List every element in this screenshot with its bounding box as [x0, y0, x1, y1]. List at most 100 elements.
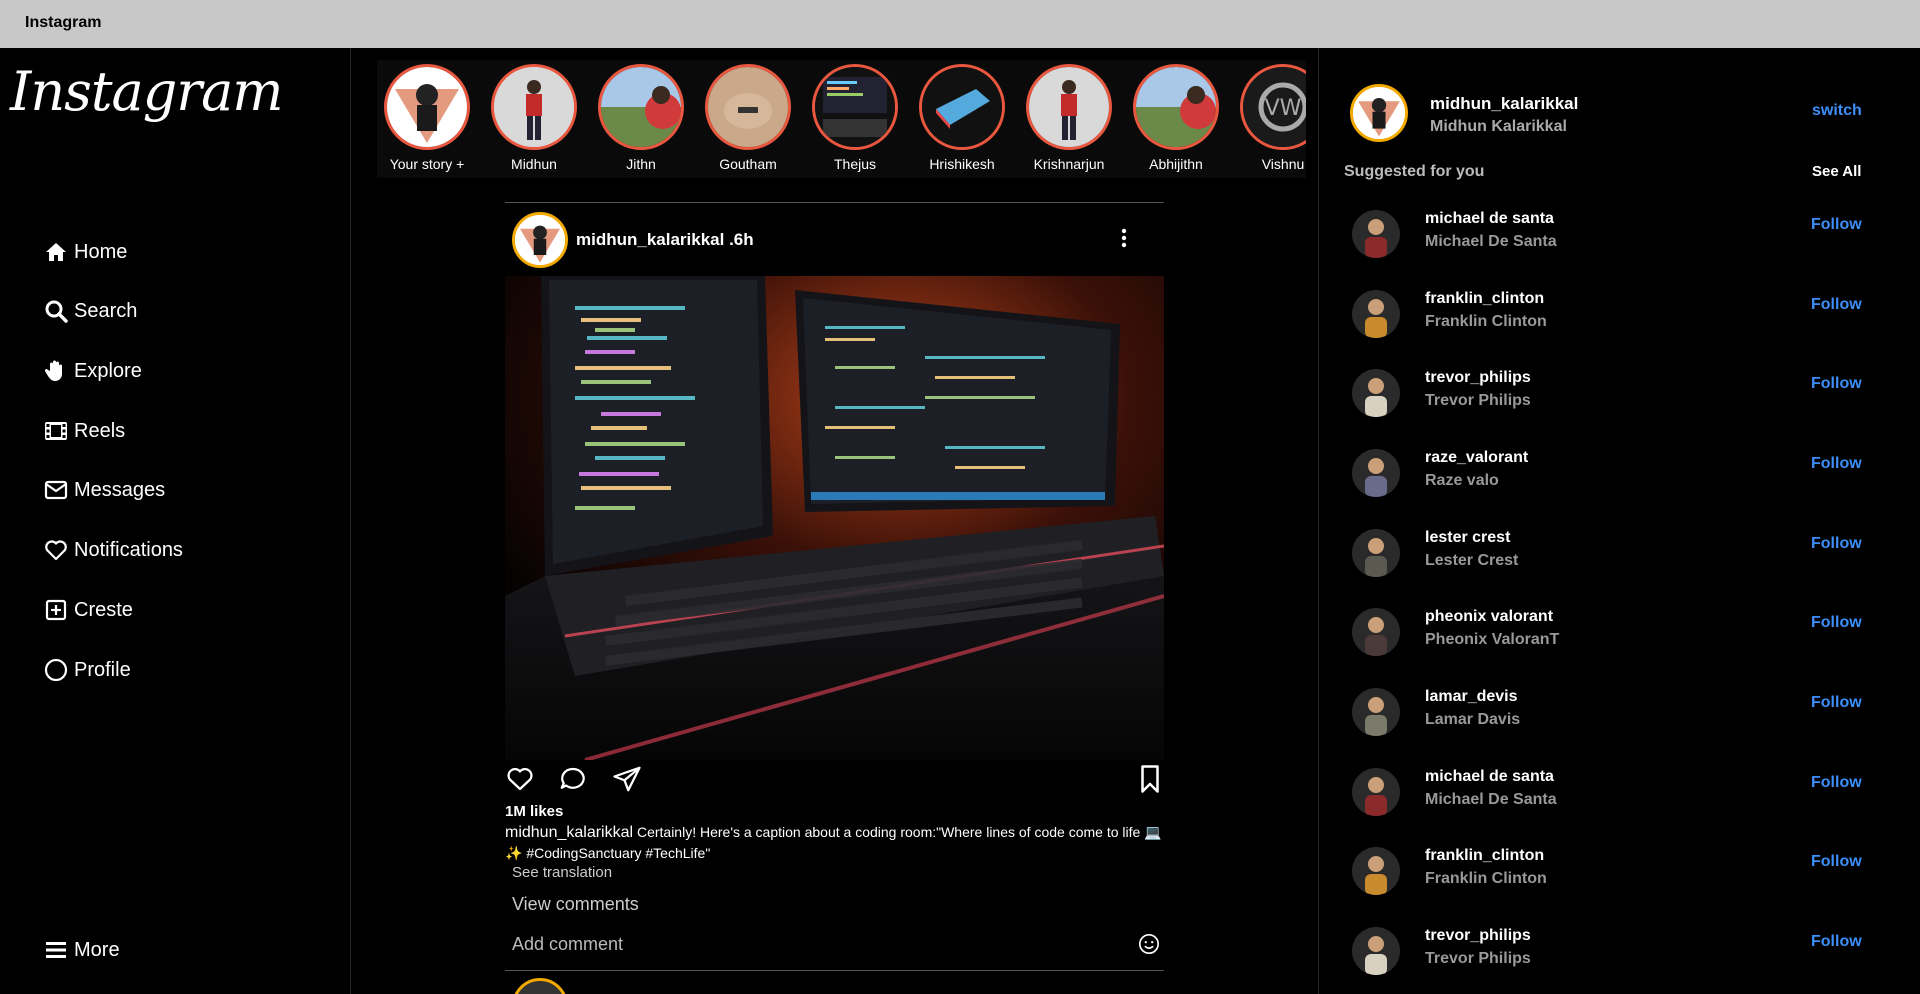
post-header: midhun_kalarikkal .6h	[512, 212, 754, 268]
follow-button[interactable]: Follow	[1811, 535, 1862, 553]
nav-profile-label: Profile	[74, 658, 131, 681]
suggestion-avatar[interactable]	[1352, 290, 1400, 338]
story-avatar	[812, 64, 898, 150]
heart-icon	[45, 540, 67, 561]
suggestion-avatar[interactable]	[1352, 688, 1400, 736]
follow-button[interactable]: Follow	[1811, 375, 1862, 393]
follow-button[interactable]: Follow	[1811, 933, 1862, 951]
follow-button[interactable]: Follow	[1811, 774, 1862, 792]
see-translation-link[interactable]: See translation	[512, 864, 612, 881]
story-item[interactable]: Krishnarjun	[1019, 64, 1119, 172]
story-name: Vishnu	[1261, 156, 1305, 172]
like-heart-icon[interactable]	[505, 764, 535, 794]
suggestion-username[interactable]: raze_valorant	[1425, 449, 1528, 467]
switch-account-button[interactable]: switch	[1812, 102, 1862, 120]
nav-more[interactable]: More	[44, 938, 120, 962]
suggestion-username[interactable]: trevor_philips	[1425, 927, 1531, 945]
post-image[interactable]	[505, 276, 1164, 760]
add-comment-input[interactable]: Add comment	[512, 934, 623, 955]
suggestion-row: raze_valorant Raze valo Follow	[1352, 449, 1892, 501]
nav-explore[interactable]: Explore	[44, 359, 142, 383]
suggestion-avatar[interactable]	[1352, 210, 1400, 258]
follow-button[interactable]: Follow	[1811, 694, 1862, 712]
suggestion-username[interactable]: lamar_devis	[1425, 688, 1518, 706]
story-name: Your story +	[389, 156, 465, 172]
post-username[interactable]: midhun_kalarikkal .6h	[576, 230, 754, 250]
suggestion-username[interactable]: franklin_clinton	[1425, 290, 1544, 308]
post-author-avatar[interactable]	[512, 212, 568, 268]
current-user-avatar[interactable]	[1350, 84, 1408, 142]
nav-messages-label: Messages	[74, 478, 166, 501]
likes-count[interactable]: 1M likes	[505, 803, 563, 820]
nav-home[interactable]: Home	[44, 240, 127, 264]
hamburger-icon	[46, 942, 66, 958]
story-item[interactable]: Hrishikesh	[912, 64, 1012, 172]
story-item[interactable]: Jithn	[591, 64, 691, 172]
more-options-icon[interactable]	[1118, 226, 1130, 250]
suggestion-username[interactable]: michael de santa	[1425, 768, 1554, 786]
nav-create[interactable]: Creste	[44, 598, 133, 622]
suggestion-avatar[interactable]	[1352, 768, 1400, 816]
suggestion-fullname: Lamar Davis	[1425, 711, 1521, 728]
caption-username[interactable]: midhun_kalarikkal	[505, 824, 633, 841]
nav-search[interactable]: Search	[44, 299, 137, 323]
story-name: Jithn	[626, 156, 656, 172]
suggestion-row: franklin_clinton Franklin Clinton Follow	[1352, 847, 1892, 899]
nav-more-label: More	[74, 938, 120, 961]
suggestion-avatar[interactable]	[1352, 927, 1400, 975]
story-item[interactable]: Midhun	[484, 64, 584, 172]
view-comments-link[interactable]: View comments	[512, 894, 639, 915]
story-avatar	[1133, 64, 1219, 150]
suggestion-username[interactable]: lester crest	[1425, 529, 1510, 547]
emoji-icon[interactable]	[1138, 933, 1160, 955]
suggestion-fullname: Franklin Clinton	[1425, 313, 1547, 330]
follow-button[interactable]: Follow	[1811, 296, 1862, 314]
follow-button[interactable]: Follow	[1811, 216, 1862, 234]
suggestion-username[interactable]: trevor_philips	[1425, 369, 1531, 387]
window-title: Instagram	[25, 14, 102, 31]
suggestion-username[interactable]: pheonix valorant	[1425, 608, 1553, 626]
current-fullname: Midhun Kalarikkal	[1430, 118, 1567, 135]
follow-button[interactable]: Follow	[1811, 853, 1862, 871]
suggested-heading: Suggested for you	[1344, 163, 1485, 180]
follow-button[interactable]: Follow	[1811, 614, 1862, 632]
plus-square-icon	[45, 599, 67, 621]
story-item[interactable]: Abhijithn	[1126, 64, 1226, 172]
nav-messages[interactable]: Messages	[44, 478, 165, 502]
suggestion-avatar[interactable]	[1352, 608, 1400, 656]
follow-button[interactable]: Follow	[1811, 455, 1862, 473]
comment-icon[interactable]	[558, 764, 588, 794]
suggestion-row: lester crest Lester Crest Follow	[1352, 529, 1892, 581]
nav-reels-label: Reels	[74, 419, 126, 442]
post-caption: midhun_kalarikkal Certainly! Here's a ca…	[505, 822, 1164, 864]
nav-notifications[interactable]: Notifications	[44, 538, 183, 562]
nav-profile[interactable]: Profile	[44, 658, 131, 682]
suggestion-row: michael de santa Michael De Santa Follow	[1352, 210, 1892, 262]
suggestion-fullname: Michael De Santa	[1425, 791, 1557, 808]
suggestion-username[interactable]: franklin_clinton	[1425, 847, 1544, 865]
suggestion-avatar[interactable]	[1352, 529, 1400, 577]
story-avatar: VW	[1240, 64, 1306, 150]
share-icon[interactable]	[612, 764, 642, 794]
reels-icon	[45, 422, 67, 440]
suggestion-avatar[interactable]	[1352, 449, 1400, 497]
nav-reels[interactable]: Reels	[44, 419, 125, 443]
bookmark-icon[interactable]	[1135, 764, 1165, 794]
story-item[interactable]: Your story +	[377, 64, 477, 172]
nav-search-label: Search	[74, 299, 138, 322]
story-item[interactable]: Thejus	[805, 64, 905, 172]
explore-icon	[44, 360, 62, 381]
svg-text:VW: VW	[1265, 96, 1302, 121]
suggestion-fullname: Pheonix ValoranT	[1425, 631, 1560, 648]
story-item[interactable]: VW Vishnu	[1233, 64, 1306, 172]
story-name: Thejus	[833, 156, 877, 172]
suggestion-username[interactable]: michael de santa	[1425, 210, 1554, 228]
instagram-logo[interactable]: Instagram	[10, 60, 283, 123]
suggestion-avatar[interactable]	[1352, 369, 1400, 417]
suggestion-avatar[interactable]	[1352, 847, 1400, 895]
next-post-avatar[interactable]	[512, 978, 568, 994]
see-all-link[interactable]: See All	[1812, 163, 1861, 180]
story-item[interactable]: Goutham	[698, 64, 798, 172]
suggestion-fullname: Raze valo	[1425, 472, 1499, 489]
current-username[interactable]: midhun_kalarikkal	[1430, 94, 1578, 114]
